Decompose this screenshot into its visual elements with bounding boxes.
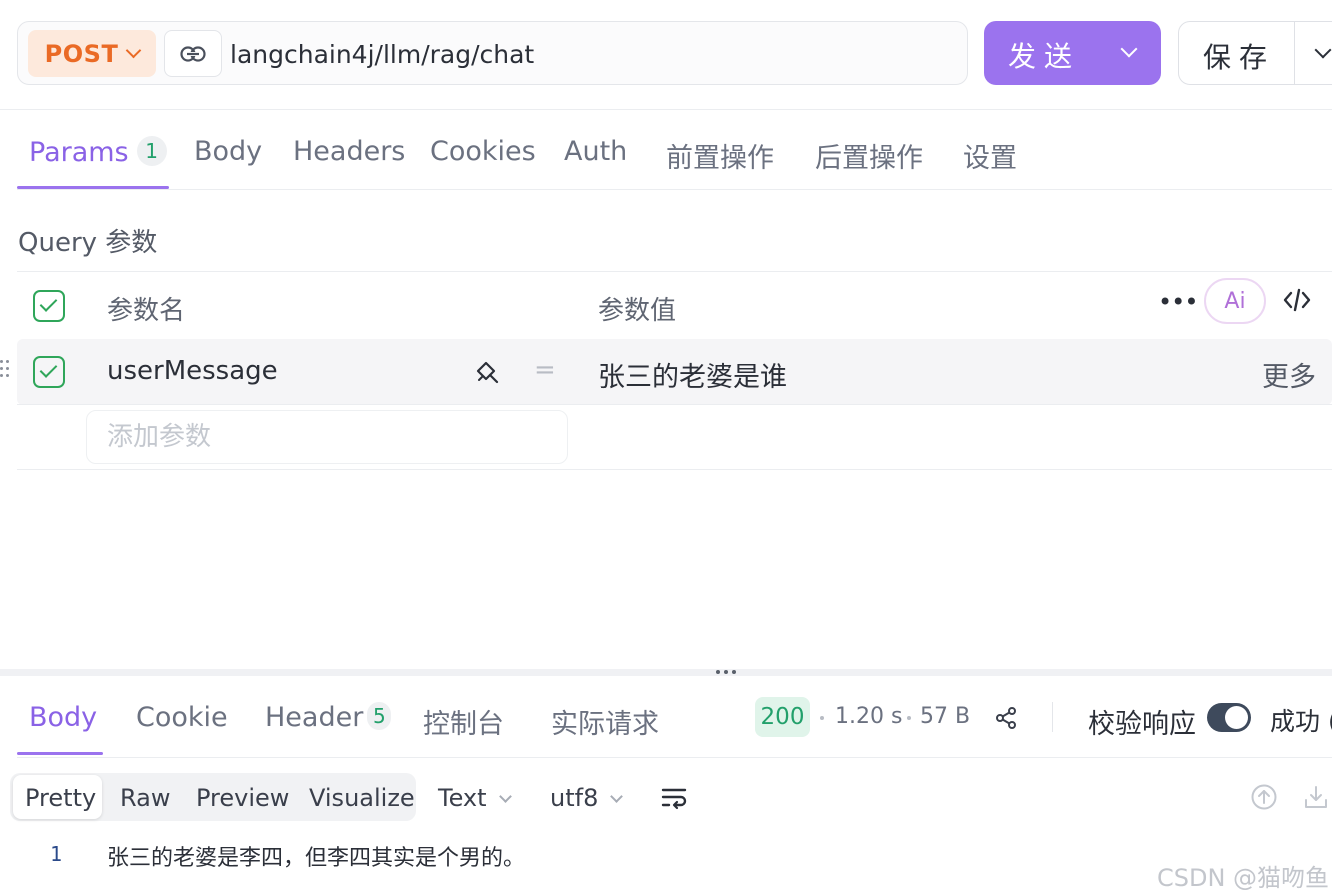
response-tab-body[interactable]: Body [29,702,97,733]
tab-params[interactable]: Params 1 [29,136,167,168]
response-size: 57 B [920,704,971,729]
tab-auth[interactable]: Auth [564,136,627,167]
method-select[interactable]: POST [28,30,156,77]
param-name[interactable]: userMessage [107,356,278,386]
param-enabled-checkbox[interactable] [33,356,65,388]
chevron-down-icon[interactable] [1314,41,1332,59]
send-button[interactable]: 发送 [984,21,1161,85]
active-tab-indicator [17,752,103,755]
encoding-label: utf8 [550,784,599,812]
chevron-down-icon[interactable] [1120,40,1138,58]
response-tab-cookie[interactable]: Cookie [136,702,228,733]
add-param-input[interactable] [86,410,568,464]
chevron-down-icon [498,790,512,803]
param-name-header: 参数名 [107,296,186,326]
line-number: 1 [50,842,63,866]
divider [17,757,1332,758]
tab-body[interactable]: Body [194,136,262,167]
validation-result: 成功 ( [1270,707,1332,736]
tab-pre-processors[interactable]: 前置操作 [666,136,774,175]
header-count-badge: 5 [367,702,392,730]
code-icon[interactable] [1282,286,1312,318]
param-value-header: 参数值 [598,296,677,326]
view-mode-raw[interactable]: Raw [120,784,170,812]
save-button[interactable]: 保存 [1178,21,1332,85]
view-mode-visualize[interactable]: Visualize [309,784,415,812]
drag-handle-icon[interactable] [0,360,10,384]
divider [17,189,1332,190]
link-icon [180,45,206,62]
url-input[interactable] [230,36,950,72]
method-label: POST [44,39,119,68]
more-button[interactable]: 更多 [1262,355,1316,394]
validate-response-label: 校验响应 [1088,709,1196,740]
separator-dot [907,716,911,720]
response-tab-header[interactable]: Header 5 [265,702,392,733]
chevron-down-icon [126,42,142,59]
view-mode-pretty[interactable]: Pretty [25,784,96,812]
select-all-checkbox[interactable] [33,290,65,322]
link-button[interactable] [164,30,222,77]
send-label: 发送 [1008,40,1081,73]
equals-sign: = [534,355,556,385]
ai-label: Ai [1224,288,1246,314]
separator-dot [820,716,824,720]
splitter-handle-icon[interactable] [716,670,736,674]
tab-label: Header [265,702,364,733]
response-tab-actual-request[interactable]: 实际请求 [551,702,659,741]
magic-wand-icon[interactable] [473,358,501,390]
download-icon[interactable] [1302,783,1330,815]
divider [17,271,1332,272]
response-time: 1.20 s [835,704,903,729]
more-options-icon[interactable]: ••• [1158,288,1198,316]
params-count-badge: 1 [136,136,167,166]
divider [0,109,1332,110]
tab-label: Params [29,137,129,168]
divider [1052,702,1053,732]
url-bar: POST [17,21,968,85]
tab-cookies[interactable]: Cookies [430,136,536,167]
response-body-line: 张三的老婆是李四，但李四其实是个男的。 [107,846,526,871]
divider [17,404,1332,405]
validate-response-toggle[interactable] [1207,703,1251,732]
encoding-select[interactable]: utf8 [550,784,624,812]
watermark: CSDN @猫吻鱼 [1157,864,1330,892]
share-icon[interactable] [994,706,1018,734]
response-tab-console[interactable]: 控制台 [423,702,504,741]
tab-settings[interactable]: 设置 [963,136,1017,175]
divider [17,469,1332,470]
status-code-badge: 200 [755,697,810,737]
view-mode-preview[interactable]: Preview [196,784,289,812]
tab-headers[interactable]: Headers [293,136,405,167]
format-select[interactable]: Text [438,784,512,812]
divider [1294,22,1295,84]
chevron-down-icon [610,790,624,803]
tab-post-processors[interactable]: 后置操作 [815,136,923,175]
ai-button[interactable]: Ai [1204,278,1266,324]
save-label: 保存 [1203,41,1276,74]
format-label: Text [438,784,487,812]
param-value[interactable]: 张三的老婆是谁 [598,355,787,394]
query-params-title: Query 参数 [18,228,158,258]
upload-icon[interactable] [1250,783,1278,815]
word-wrap-icon[interactable] [661,786,687,814]
panel-splitter[interactable] [0,669,1332,676]
